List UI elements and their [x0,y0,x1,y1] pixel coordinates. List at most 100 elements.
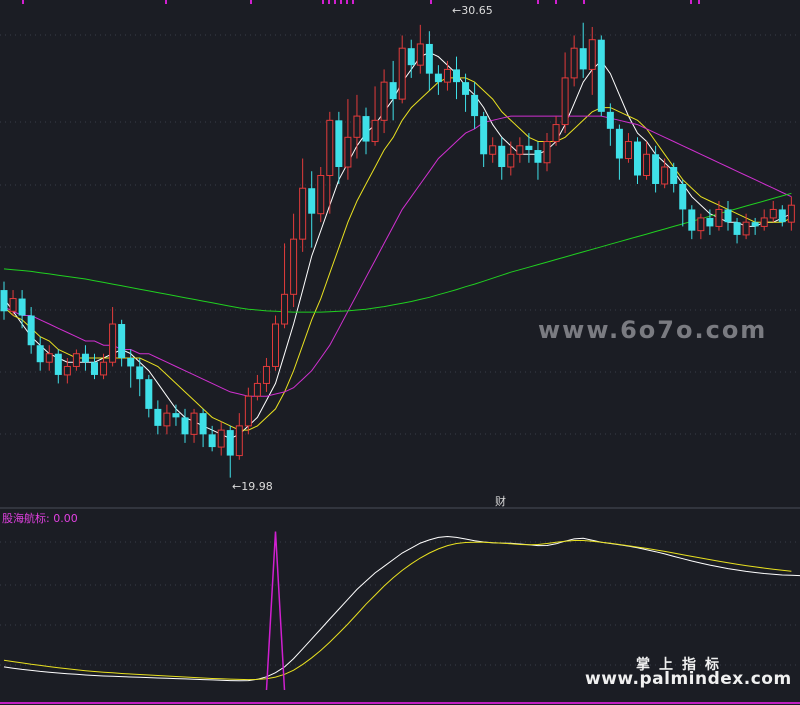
candle-up [45,345,53,371]
candle-down [425,31,433,91]
candle-up [398,35,406,104]
indicator-signal-spike [265,531,286,691]
candle-up [643,141,651,180]
finance-marker[interactable]: 财 [495,493,506,509]
candle-body [416,43,424,66]
candle-body [652,154,660,184]
candle-up [72,349,80,371]
candle-down [136,357,144,397]
candle-body [18,298,26,316]
top-tick [346,0,348,4]
candle-body [742,221,750,236]
candle-body [217,429,225,448]
candle-body [335,120,343,168]
candle-down [471,82,479,129]
candle-up [760,209,768,231]
candle-body [597,39,605,112]
candle-down [389,60,397,121]
candle-down [778,205,786,227]
candle-down [706,209,714,235]
candle-body [471,94,479,117]
candle-down [597,35,605,117]
candle-down [0,281,8,320]
candle-body [534,150,542,163]
candle-body [91,362,98,375]
top-tick [334,0,336,4]
candle-up [9,290,17,316]
top-tick-marks [22,0,700,4]
candle-body [407,48,415,66]
candle-up [299,158,307,252]
candle-body [199,413,207,435]
candle-up [217,421,225,456]
candle-body [434,73,442,83]
top-tick [690,0,692,4]
candle-body [588,39,596,70]
top-tick [328,0,330,4]
candle-down [579,22,587,78]
candle-up [109,307,117,367]
candle-body [398,47,406,100]
candle-body [570,47,578,79]
candle-body [290,238,298,295]
candle-down [118,319,126,367]
top-tick [537,0,539,4]
top-tick [698,0,700,4]
candle-body [670,167,678,184]
candle-body [100,361,108,376]
candle-down [226,425,234,478]
candle-up [317,167,325,223]
candle-down [54,349,62,384]
candle-body [244,395,252,427]
candle-down [362,107,370,155]
candle-up [443,60,451,91]
candle-body [127,357,135,367]
candle-body [72,353,80,367]
candle-down [127,349,135,388]
candle-body [253,382,261,397]
candle-body [787,204,795,223]
candle-up [272,315,279,371]
candle-body [516,145,524,155]
candle-body [145,379,153,409]
candle-body [63,365,71,376]
candle-down [534,141,542,180]
candle-down [172,404,180,426]
candle-up [235,413,243,460]
candle-up [290,213,298,308]
candle-body [498,145,506,168]
candle-up [787,196,795,231]
candle-body [27,315,35,346]
candle-up [507,141,515,176]
candle-body [769,208,777,219]
candle-down [81,345,89,371]
candle-body [489,145,497,155]
candle-down [335,111,343,184]
candle-body [344,136,352,168]
candle-body [525,145,533,151]
candle-body [163,412,171,427]
candle-down [208,425,216,452]
top-tick [22,0,24,4]
candle-up [380,69,388,134]
candle-body [0,290,8,312]
candle-down [154,400,162,435]
candle-down [525,133,533,163]
candle-up [262,357,270,392]
candle-body [380,81,388,121]
candle-body [36,345,44,363]
candle-down [199,408,207,448]
low-price-label: ←19.98 [232,480,273,493]
candle-body [751,222,759,227]
candle-up [715,200,723,231]
candle-body [425,43,433,74]
grid-lines [0,34,800,704]
top-tick [555,0,557,4]
candle-body [109,323,117,363]
candle-body [706,217,714,227]
candle-down [634,137,641,184]
candle-body [299,187,307,240]
ma60-line [3,192,792,313]
candle-body [561,77,569,126]
ma5-line [3,51,792,440]
